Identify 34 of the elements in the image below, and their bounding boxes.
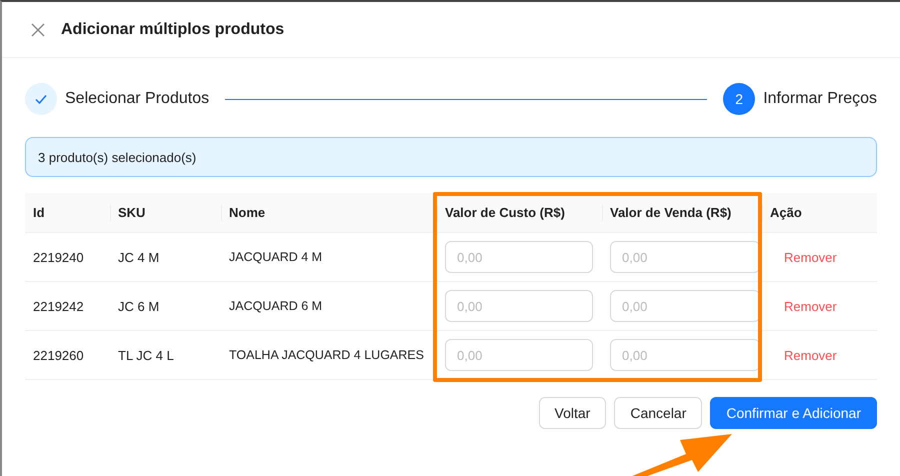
sale-input[interactable]: 0,00 — [610, 339, 760, 371]
column-header: Ação — [770, 205, 802, 220]
table-cell: JACQUARD 6 M — [229, 299, 322, 313]
column-header: Valor de Custo (R$) — [445, 205, 565, 220]
confirm-button[interactable]: Confirmar e Adicionar — [710, 397, 877, 429]
column-header: Valor de Venda (R$) — [610, 205, 732, 220]
step-label: Selecionar Produtos — [65, 90, 210, 108]
cost-input[interactable]: 0,00 — [445, 241, 593, 273]
check-icon — [34, 92, 48, 106]
remove-link[interactable]: Remover — [784, 298, 837, 314]
table-cell: TOALHA JACQUARD 4 LUGARES — [229, 348, 424, 362]
info-banner: 3 produto(s) selecionado(s) — [25, 137, 877, 177]
step-number: 2 — [735, 91, 744, 107]
close-icon[interactable] — [31, 22, 45, 36]
table-cell: JC 4 M — [118, 250, 160, 264]
remove-link[interactable]: Remover — [784, 250, 837, 264]
sale-input[interactable]: 0,00 — [610, 290, 760, 322]
column-header: SKU — [118, 205, 146, 220]
cost-input[interactable]: 0,00 — [445, 339, 593, 371]
column-header: Nome — [229, 205, 266, 220]
column-header: Id — [33, 205, 45, 220]
table-cell: JACQUARD 4 M — [229, 250, 322, 264]
remove-link[interactable]: Remover — [784, 348, 837, 362]
table-cell: 2219240 — [33, 250, 84, 264]
footer-button[interactable]: Cancelar — [614, 397, 702, 429]
step-label: Informar Preços — [763, 90, 877, 108]
sale-input[interactable]: 0,00 — [610, 241, 760, 273]
table-cell: 2219260 — [33, 348, 84, 362]
table-cell: TL JC 4 L — [118, 348, 174, 362]
table-cell: JC 6 M — [118, 298, 160, 314]
cost-input[interactable]: 0,00 — [445, 290, 593, 322]
footer-button[interactable]: Voltar — [538, 397, 606, 429]
table-cell: 2219242 — [33, 298, 84, 314]
dialog-title: Adicionar múltiplos produtos — [61, 20, 284, 38]
